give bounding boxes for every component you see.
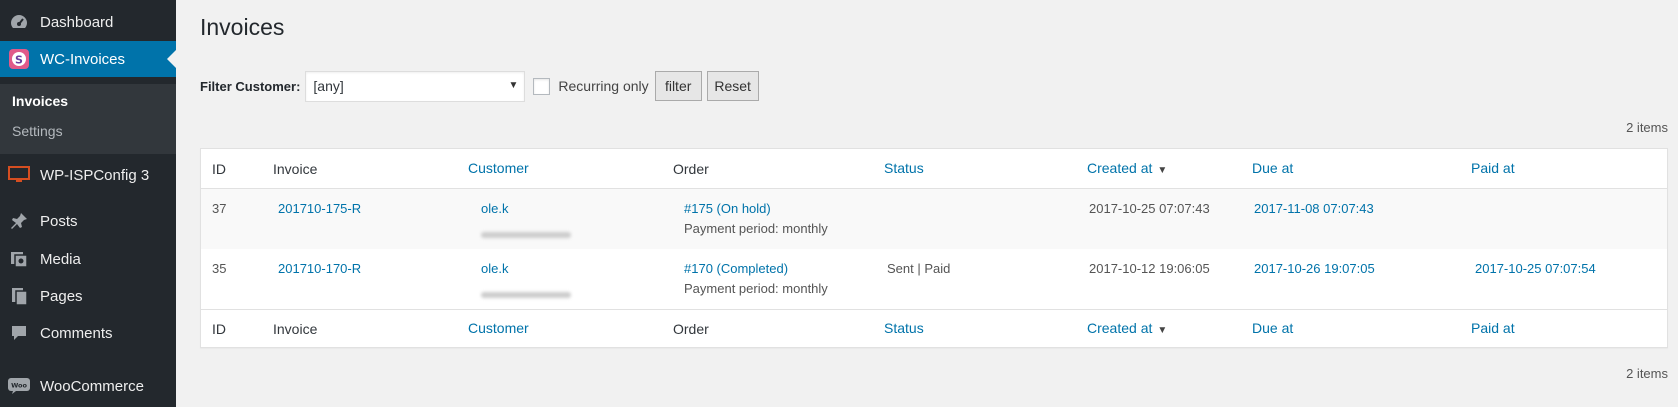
menu-item-dashboard[interactable]: Dashboard <box>0 4 176 40</box>
menu-item-label: Dashboard <box>40 13 114 31</box>
column-footer-id: ID <box>212 321 226 337</box>
woo-icon: Woo <box>7 374 31 398</box>
column-footer-created-at[interactable]: Created at ▼ <box>1087 320 1167 336</box>
submenu-item-invoices[interactable]: Invoices <box>12 93 68 109</box>
column-header-order: Order <box>673 161 709 177</box>
column-footer-invoice: Invoice <box>273 321 318 337</box>
filter-button[interactable]: filter <box>654 71 702 101</box>
column-footer-created-label: Created at <box>1087 320 1153 336</box>
cell-id: 35 <box>212 261 227 276</box>
cell-invoice-link[interactable]: 201710-170-R <box>278 261 361 276</box>
column-header-paid-at[interactable]: Paid at <box>1471 160 1515 176</box>
svg-text:S: S <box>15 54 23 67</box>
recurring-only-checkbox[interactable] <box>533 77 551 95</box>
cell-id: 37 <box>212 201 227 216</box>
cell-status: Sent | Paid <box>887 261 951 276</box>
invoices-table: ID Invoice Customer Order Status Created… <box>200 148 1668 348</box>
page-title: Invoices <box>200 14 285 40</box>
cell-payment-period: Payment period: monthly <box>684 281 828 296</box>
table-row: 37 201710-175-R ole.k #175 (On hold) Pay… <box>201 189 1667 249</box>
redacted-email <box>481 285 571 301</box>
dropdown-arrow-icon: ▼ <box>508 79 519 91</box>
menu-item-posts[interactable]: Posts <box>0 203 176 239</box>
menu-item-pages[interactable]: Pages <box>0 278 176 314</box>
menu-item-label: Media <box>40 250 81 268</box>
submenu-item-settings[interactable]: Settings <box>12 123 63 139</box>
filter-customer-label: Filter Customer: <box>200 78 301 94</box>
invoice-icon: S <box>7 47 31 71</box>
column-header-id: ID <box>212 161 226 177</box>
column-header-due-at[interactable]: Due at <box>1252 160 1293 176</box>
sort-desc-icon: ▼ <box>1157 165 1168 176</box>
menu-item-label: Pages <box>40 287 83 305</box>
main-content: Invoices Filter Customer: [any] ▼ Recurr… <box>176 0 1678 407</box>
column-header-created-at[interactable]: Created at ▼ <box>1087 160 1167 176</box>
pages-icon <box>7 284 31 308</box>
cell-created-at: 2017-10-25 07:07:43 <box>1089 201 1210 216</box>
sort-desc-icon: ▼ <box>1157 325 1168 336</box>
cell-payment-period: Payment period: monthly <box>684 221 828 236</box>
cell-order-link[interactable]: #170 (Completed) <box>684 261 788 276</box>
menu-item-comments[interactable]: Comments <box>0 315 176 351</box>
column-header-customer[interactable]: Customer <box>468 160 529 176</box>
menu-item-wc-invoices[interactable]: S WC-Invoices <box>0 41 176 77</box>
menu-item-label: WooCommerce <box>40 377 144 395</box>
cell-paid-at-link[interactable]: 2017-10-25 07:07:54 <box>1475 261 1596 276</box>
cell-invoice-link[interactable]: 201710-175-R <box>278 201 361 216</box>
dashboard-icon <box>7 10 31 34</box>
column-header-invoice: Invoice <box>273 161 318 177</box>
cell-customer-link[interactable]: ole.k <box>481 201 508 216</box>
cell-created-at: 2017-10-12 19:06:05 <box>1089 261 1210 276</box>
wc-invoices-submenu: Invoices Settings <box>0 84 176 154</box>
items-count-bottom: 2 items <box>1626 366 1668 381</box>
column-footer-customer[interactable]: Customer <box>468 320 529 336</box>
comment-icon <box>7 321 31 345</box>
table-row: 35 201710-170-R ole.k #170 (Completed) P… <box>201 249 1667 309</box>
column-footer-paid-at[interactable]: Paid at <box>1471 320 1515 336</box>
admin-sidebar: Dashboard S WC-Invoices Invoices Setting… <box>0 0 176 407</box>
reset-button[interactable]: Reset <box>706 71 759 101</box>
customer-select[interactable]: [any] ▼ <box>305 70 526 102</box>
recurring-only-label: Recurring only <box>558 78 649 94</box>
menu-item-media[interactable]: Media <box>0 241 176 277</box>
cell-due-at-link[interactable]: 2017-10-26 19:07:05 <box>1254 261 1375 276</box>
menu-item-wp-ispconfig[interactable]: WP-ISPConfig 3 <box>0 157 176 193</box>
menu-item-woocommerce[interactable]: Woo WooCommerce <box>0 368 176 404</box>
customer-select-value: [any] <box>313 78 344 94</box>
menu-item-label: Comments <box>40 324 113 342</box>
column-footer-order: Order <box>673 321 709 337</box>
column-footer-status[interactable]: Status <box>884 320 924 336</box>
cell-order-link[interactable]: #175 (On hold) <box>684 201 771 216</box>
media-icon <box>7 247 31 271</box>
redacted-email <box>481 225 571 241</box>
cell-due-at-link[interactable]: 2017-11-08 07:07:43 <box>1254 201 1374 216</box>
table-footer: ID Invoice Customer Order Status Created… <box>201 309 1667 348</box>
pin-icon <box>7 209 31 233</box>
column-footer-due-at[interactable]: Due at <box>1252 320 1293 336</box>
table-header: ID Invoice Customer Order Status Created… <box>201 149 1667 189</box>
column-header-status[interactable]: Status <box>884 160 924 176</box>
items-count-top: 2 items <box>1626 120 1668 135</box>
menu-item-label: Posts <box>40 212 78 230</box>
cell-customer-link[interactable]: ole.k <box>481 261 508 276</box>
current-indicator <box>167 50 176 68</box>
filter-bar: Filter Customer: [any] ▼ Recurring only … <box>200 70 759 102</box>
monitor-icon <box>7 163 31 187</box>
menu-item-label: WC-Invoices <box>40 50 126 68</box>
svg-text:Woo: Woo <box>11 382 27 390</box>
menu-item-label: WP-ISPConfig 3 <box>40 166 150 184</box>
column-header-created-label: Created at <box>1087 160 1153 176</box>
